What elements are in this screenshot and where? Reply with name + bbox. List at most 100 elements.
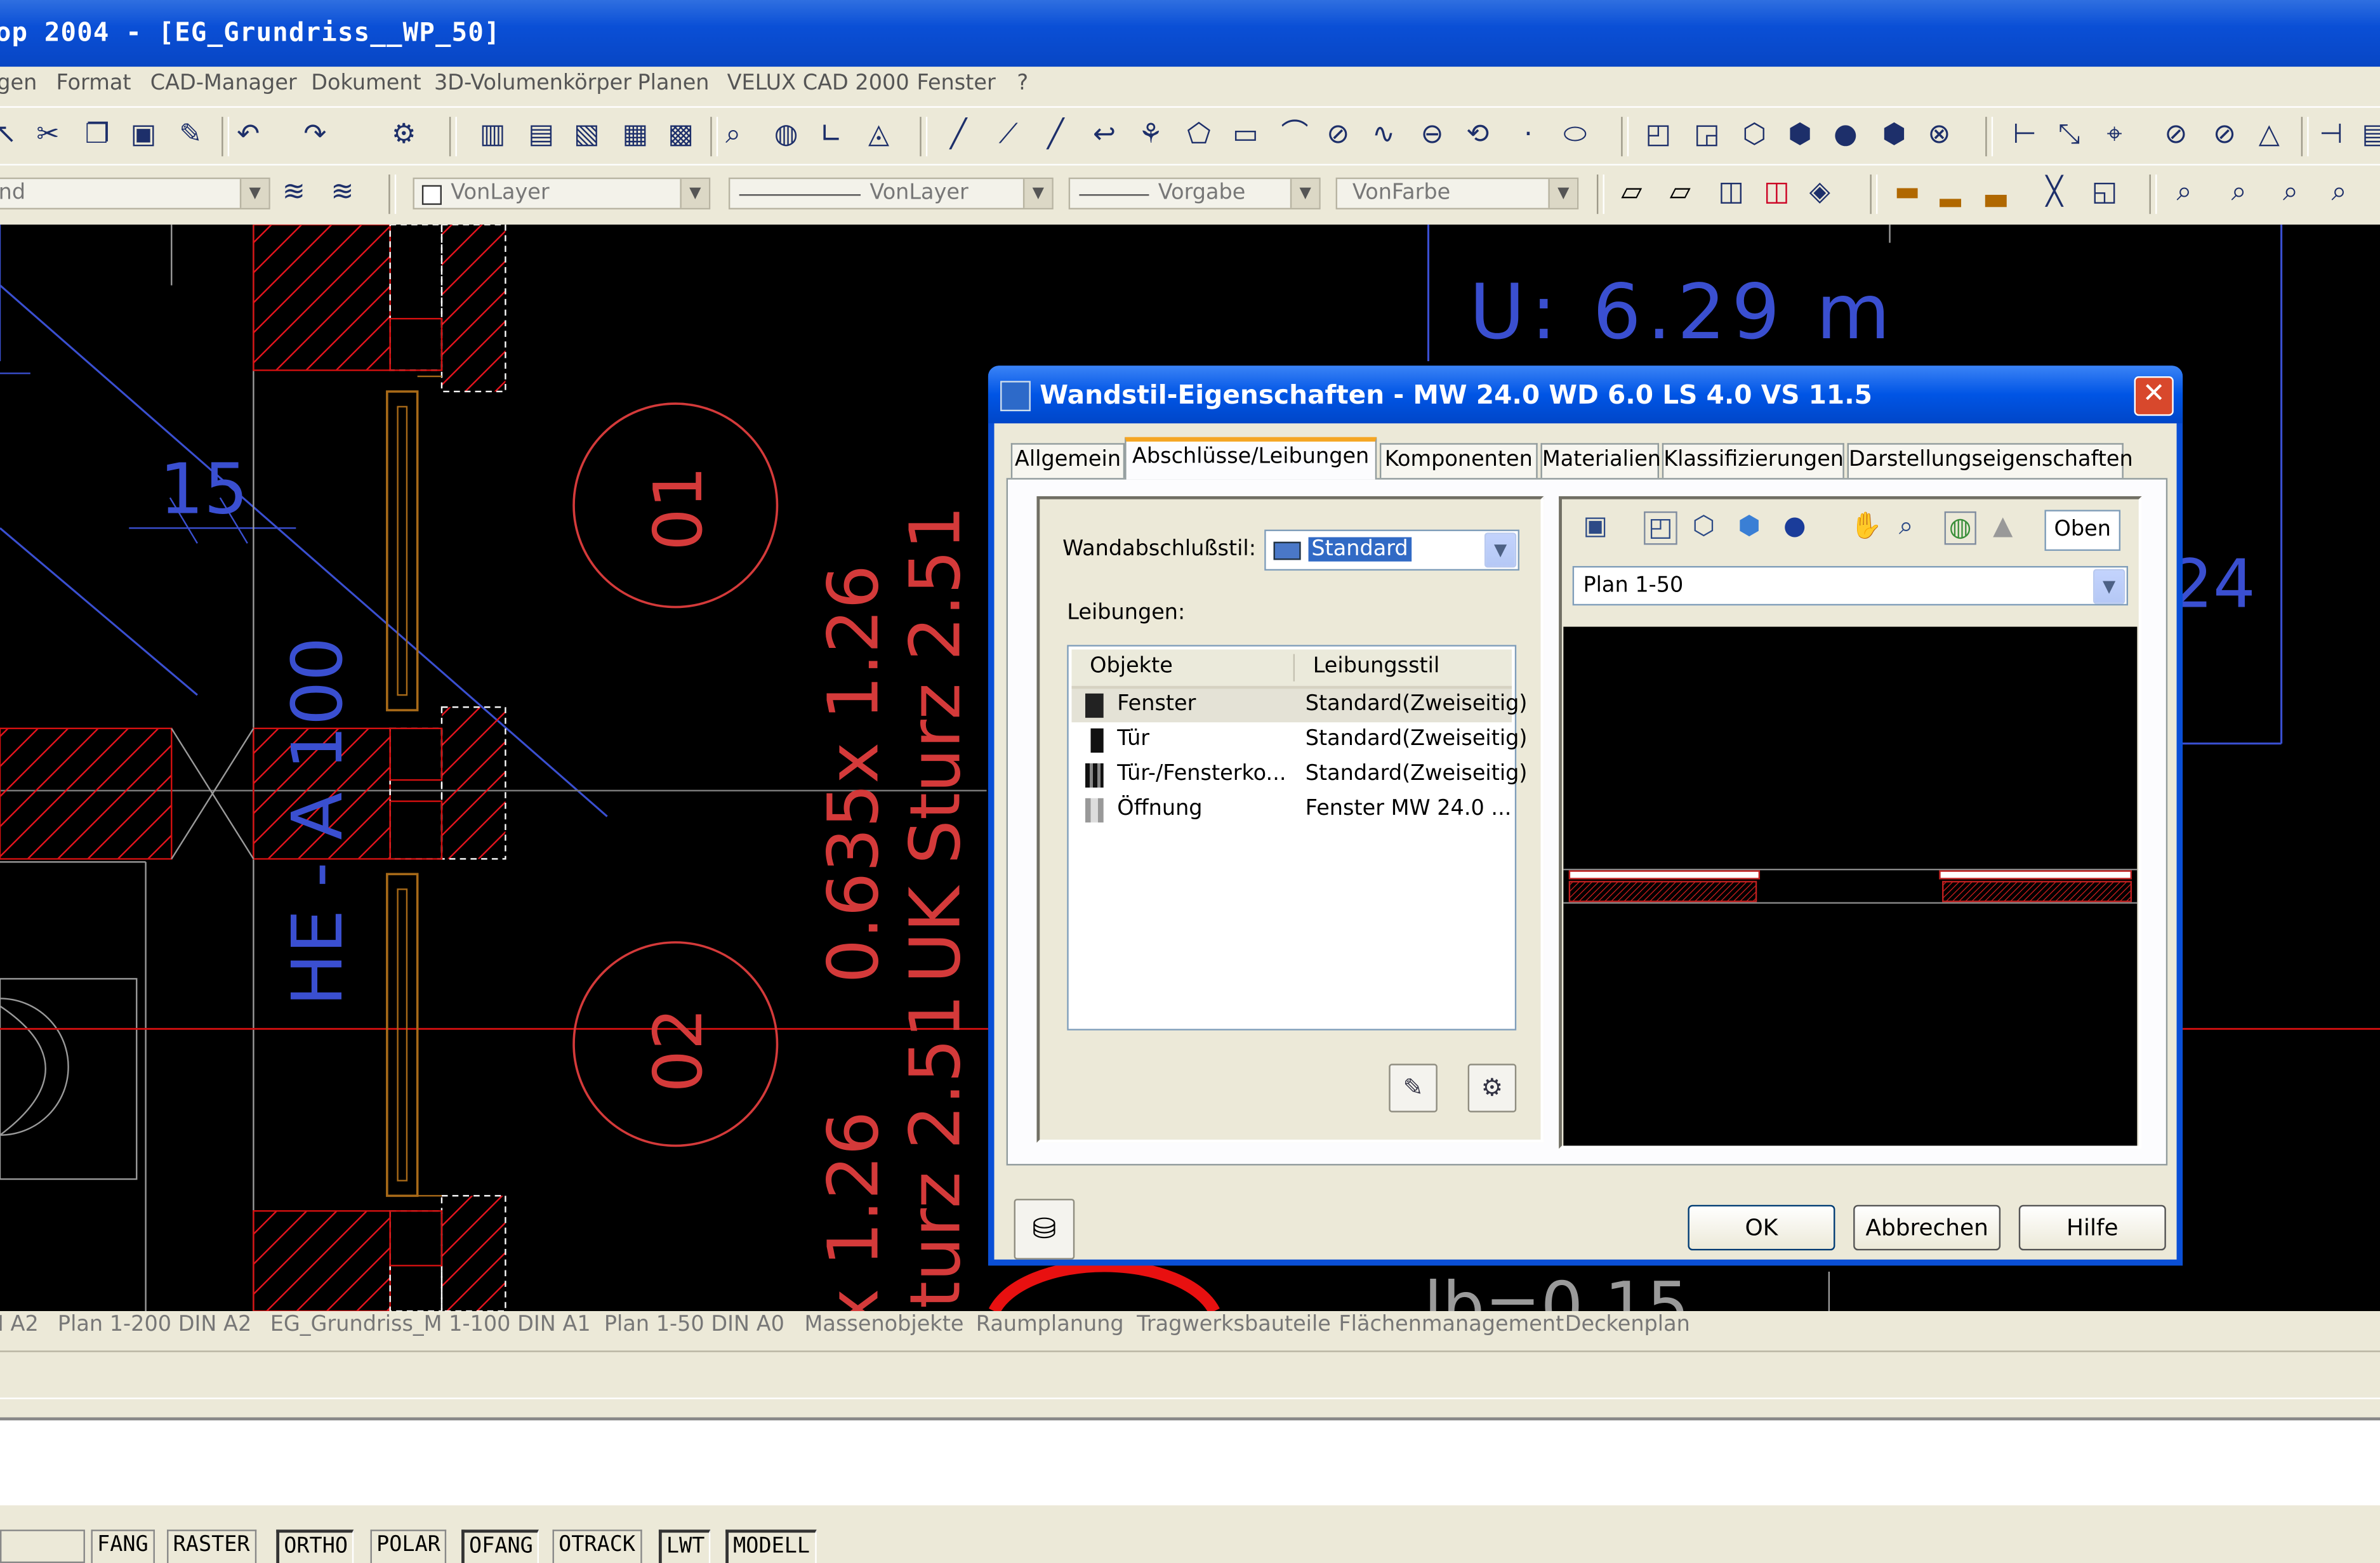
slab-icon[interactable]: ▱ (1621, 178, 1642, 206)
polyline-icon[interactable]: ╱ (1047, 121, 1064, 148)
box-icon[interactable]: ⬢ (1882, 121, 1907, 148)
schedule-icon[interactable]: ▬ (1894, 178, 1921, 206)
circle-icon[interactable]: ⊘ (1326, 121, 1349, 148)
elevation-icon[interactable]: ▂ (1940, 178, 1960, 206)
column-header-objekte[interactable]: Objekte (1090, 654, 1173, 678)
layer-manager-icon[interactable]: ≋ (282, 178, 305, 206)
layer-combo[interactable]: nd ▼ (0, 177, 270, 209)
roof-icon[interactable]: ▱ (1670, 178, 1691, 206)
stair-icon[interactable]: ◫ (1718, 178, 1744, 206)
view-top-icon[interactable]: ◰ (1645, 121, 1671, 148)
structure-icon[interactable]: ╳ (2046, 178, 2063, 206)
wall-preview-viewport[interactable] (1563, 626, 2138, 1146)
horizontal-scrollbar[interactable] (0, 1350, 2380, 1399)
menu-item-ansicht[interactable]: gen (0, 71, 37, 95)
tab-komponenten[interactable]: Komponenten (1379, 443, 1538, 478)
tab-klassifizierungen[interactable]: Klassifizierungen (1662, 443, 1844, 478)
status-modell[interactable]: MODELL (725, 1529, 816, 1563)
display-configuration-select[interactable]: Plan 1-50 ▼ (1572, 565, 2129, 606)
layer-previous-icon[interactable]: ≋ (331, 178, 354, 206)
table-row[interactable]: Fenster Standard(Zweiseitig) (1071, 689, 1528, 723)
layout-tab[interactable]: Flächenmanagement (1339, 1312, 1564, 1336)
menu-item-fenster[interactable]: Fenster (917, 71, 996, 95)
reveals-table[interactable]: Objekte Leibungsstil Fenster Standard(Zw… (1067, 645, 1528, 1031)
paste-icon[interactable]: ▣ (131, 121, 157, 148)
menu-item-help[interactable]: ? (1017, 71, 1028, 95)
view-icon[interactable]: ◰ (1644, 511, 1677, 545)
zoom-in-icon[interactable]: ⌕ (2283, 178, 2298, 206)
door-icon[interactable]: ▤ (528, 121, 554, 148)
arc-icon[interactable]: ⌒ (1281, 121, 1309, 148)
dim-aligned-icon[interactable]: ⤡ (2058, 121, 2080, 148)
menu-item-velux[interactable]: VELUX CAD 2000 (727, 71, 909, 95)
status-polar[interactable]: POLAR (370, 1529, 447, 1563)
railing-icon[interactable]: ◫ (1764, 178, 1790, 206)
layout-tab[interactable]: Raumplanung (976, 1312, 1124, 1336)
status-fang[interactable]: FANG (91, 1529, 155, 1563)
hatch-icon[interactable]: ⚘ (1139, 121, 1163, 148)
chevron-down-icon[interactable]: ▼ (1484, 532, 1517, 568)
render-icon[interactable]: ◍ (774, 121, 798, 148)
tolerance-icon[interactable]: ▤ (2362, 121, 2380, 148)
table-row[interactable]: Tür Standard(Zweiseitig) (1071, 724, 1528, 758)
layout-tab[interactable]: Massenobjekte (805, 1312, 964, 1336)
line-icon[interactable]: ╱ (950, 121, 967, 148)
point-icon[interactable]: · (1524, 121, 1533, 148)
dim-radius-icon[interactable]: ⊘ (2164, 121, 2187, 148)
no-shade-icon[interactable]: ⊗ (1927, 121, 1950, 148)
menu-item-planen[interactable]: Planen (637, 71, 709, 95)
lineweight-combo[interactable]: Vorgabe ▼ (1068, 177, 1321, 209)
matchprop-icon[interactable]: ✎ (179, 121, 202, 148)
wall-icon[interactable]: ▥ (480, 121, 506, 148)
linetype-combo[interactable]: VonLayer ▼ (728, 177, 1054, 209)
rectangle-icon[interactable]: ▭ (1233, 121, 1259, 148)
space-icon[interactable]: ◈ (1809, 178, 1830, 206)
command-line[interactable] (0, 1417, 2380, 1506)
render-sphere-icon[interactable]: ● (1783, 511, 1806, 542)
edit-style-icon[interactable]: ✎ (1389, 1064, 1438, 1112)
view-iso-icon[interactable]: ◲ (1694, 121, 1720, 148)
dialog-title-bar[interactable]: Wandstil-Eigenschaften - MW 24.0 WD 6.0 … (988, 366, 2183, 424)
layout-tab[interactable]: EG_Grundriss_M 1-100 DIN A1 (270, 1312, 591, 1336)
dim-ordinate-icon[interactable]: ⌖ (2107, 121, 2122, 148)
zoom-window-icon[interactable]: ⌕ (2177, 178, 2192, 206)
spline-icon[interactable]: ↩ (1093, 121, 1116, 148)
dim-linear-icon[interactable]: ⊢ (2013, 121, 2037, 148)
view-direction-button[interactable]: Oben (2044, 510, 2121, 551)
status-ofang[interactable]: OFANG (461, 1529, 539, 1563)
polygon-icon[interactable]: ⬠ (1187, 121, 1210, 148)
ellipse-icon[interactable]: ⊖ (1421, 121, 1444, 148)
status-lwt[interactable]: LWT (658, 1529, 711, 1563)
chevron-down-icon[interactable]: ▼ (2093, 569, 2125, 604)
dim-angle-icon[interactable]: △ (2259, 121, 2280, 148)
menu-item-3d-volumenkoerper[interactable]: 3D-Volumenkörper (434, 71, 631, 95)
color-combo[interactable]: VonLayer ▼ (413, 177, 711, 209)
curve-icon[interactable]: ∿ (1372, 121, 1395, 148)
layout-tab[interactable]: N A2 (0, 1312, 39, 1336)
reset-view-icon[interactable]: ▲ (1993, 511, 2013, 542)
pan-icon[interactable]: ↖ (0, 121, 17, 148)
measure-icon[interactable]: ◬ (868, 121, 889, 148)
zoom-icon[interactable]: ⌕ (1899, 511, 1914, 542)
wireframe-icon[interactable]: ⬡ (1693, 511, 1716, 542)
shade-icon[interactable]: ⬢ (1738, 511, 1761, 542)
table-row[interactable]: Öffnung Fenster MW 24.0 ... (1071, 794, 1512, 828)
pan-icon[interactable]: ◍ (1944, 511, 1976, 545)
undo-icon[interactable]: ↶ (237, 121, 260, 148)
redo-icon[interactable]: ↷ (303, 121, 326, 148)
layout-tab[interactable]: Plan 1-200 DIN A2 (58, 1312, 251, 1336)
section-icon[interactable]: ▃ (1985, 178, 2006, 206)
dim-diameter-icon[interactable]: ⊘ (2213, 121, 2236, 148)
menu-item-dokument[interactable]: Dokument (311, 71, 421, 95)
sphere-icon[interactable]: ● (1834, 121, 1858, 148)
tab-darstellungseigenschaften[interactable]: Darstellungseigenschaften (1847, 443, 2133, 478)
opening-icon[interactable]: ▦ (623, 121, 649, 148)
design-center-icon[interactable]: ⚙ (392, 121, 416, 148)
tab-allgemein[interactable]: Allgemein (1010, 443, 1125, 478)
status-otrack[interactable]: OTRACK (552, 1529, 642, 1563)
block-icon[interactable]: ⬭ (1563, 121, 1587, 148)
ucs-icon[interactable]: ∟ (819, 121, 842, 148)
column-header-leibungsstil[interactable]: Leibungsstil (1293, 654, 1439, 682)
close-icon[interactable]: ✕ (2134, 376, 2174, 416)
menu-item-cad-manager[interactable]: CAD-Manager (150, 71, 297, 95)
